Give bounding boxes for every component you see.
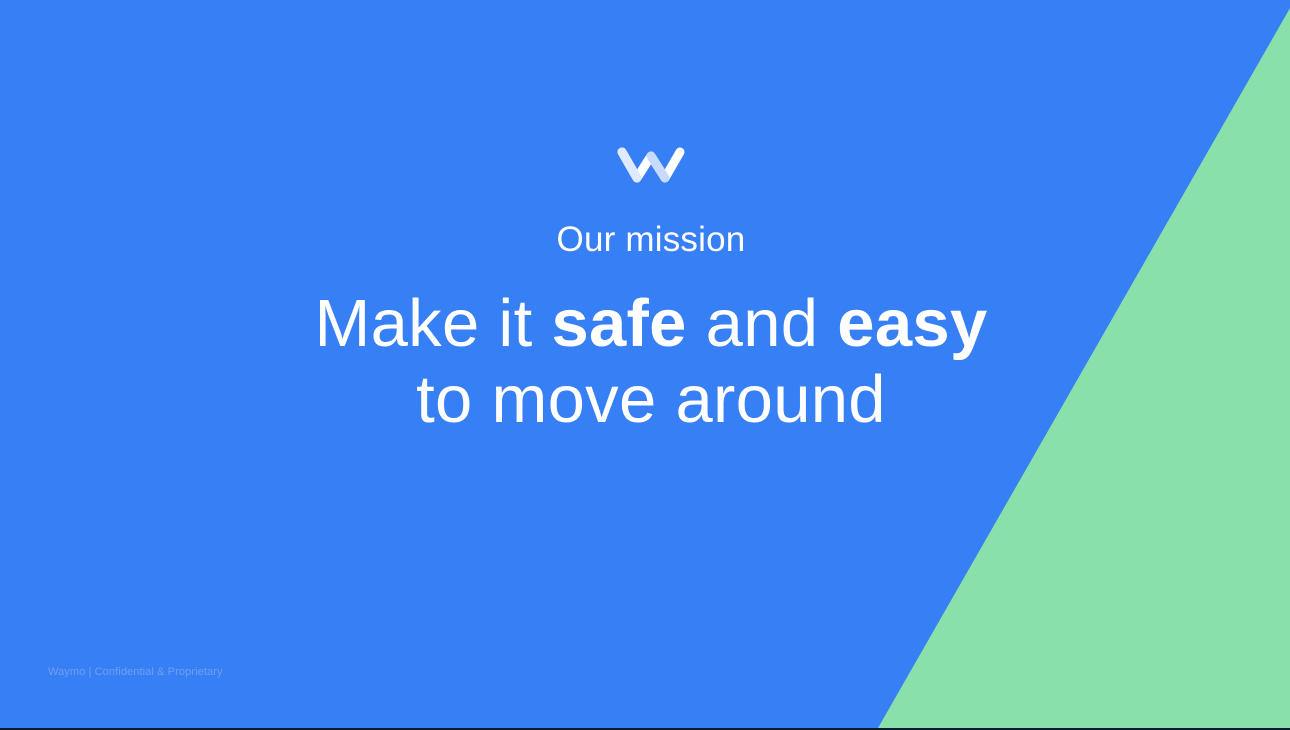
waymo-w-logo-icon <box>617 147 685 183</box>
headline-line-2: to move around <box>416 362 886 437</box>
headline-line-1: Make it safe and easy <box>0 286 1290 362</box>
confidentiality-footer: Waymo | Confidential & Proprietary <box>48 666 223 678</box>
headline-emphasis-safe: safe <box>551 286 687 361</box>
mission-slide: Our mission Make it safe and easy to mov… <box>0 0 1290 728</box>
mission-kicker: Our mission <box>556 220 746 259</box>
headline-text: Make it <box>314 286 552 361</box>
mission-headline: Make it safe and easy to move around <box>0 286 1290 438</box>
headline-emphasis-easy: easy <box>837 286 988 361</box>
headline-text: and <box>686 286 838 361</box>
